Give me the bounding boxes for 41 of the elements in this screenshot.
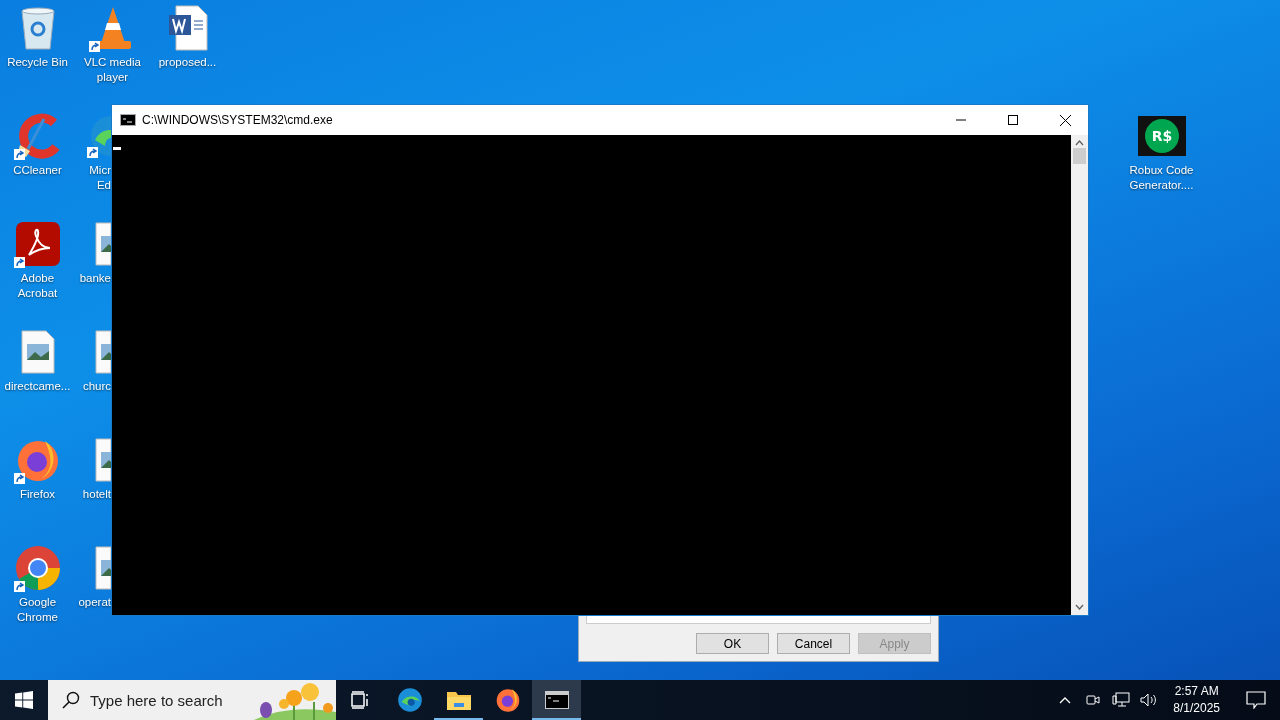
minimize-icon bbox=[956, 119, 966, 121]
desktop-icon-label[interactable]: proposed... bbox=[158, 55, 217, 70]
scrollbar[interactable] bbox=[1071, 135, 1088, 615]
dialog-button[interactable]: OK bbox=[696, 633, 769, 654]
search-icon bbox=[62, 691, 80, 709]
scroll-thumb[interactable] bbox=[1073, 148, 1086, 164]
desktop-icon-label[interactable]: hotelt bbox=[82, 487, 111, 502]
folder-icon bbox=[445, 689, 472, 711]
firefox-icon bbox=[494, 687, 521, 713]
dialog-button[interactable]: Cancel bbox=[777, 633, 850, 654]
window-title: C:\WINDOWS\SYSTEM32\cmd.exe bbox=[142, 113, 334, 127]
chrome-icon bbox=[13, 544, 62, 592]
acrobat-icon bbox=[14, 221, 61, 267]
search-bar[interactable]: Type here to search bbox=[48, 680, 336, 720]
windows-logo-icon bbox=[15, 691, 33, 709]
desktop-icon-label[interactable]: churc bbox=[82, 379, 111, 394]
desktop-icon-label[interactable]: Google Chrome bbox=[17, 595, 58, 625]
desktop-icon-label[interactable]: directcame... bbox=[4, 379, 71, 394]
scroll-down-icon bbox=[1075, 604, 1084, 610]
scroll-up-icon bbox=[1075, 140, 1084, 146]
search-field[interactable]: Type here to search bbox=[90, 691, 250, 709]
desktop-icon-label[interactable]: Robux Code Generator.... bbox=[1129, 163, 1194, 193]
edge-icon bbox=[396, 687, 423, 713]
taskbar-app-button[interactable] bbox=[532, 680, 581, 720]
image-file-icon bbox=[20, 330, 55, 374]
desktop-icon-label[interactable]: Recycle Bin bbox=[7, 55, 68, 70]
task-view-icon bbox=[350, 691, 371, 709]
desktop-icon-label[interactable]: Firefox bbox=[19, 487, 56, 502]
console-icon bbox=[120, 114, 136, 126]
maximize-icon bbox=[1008, 115, 1018, 125]
desktop-icon-label[interactable]: operat bbox=[78, 595, 111, 610]
desktop-icon-label[interactable]: banke bbox=[79, 271, 111, 286]
close-icon bbox=[1059, 114, 1071, 126]
clock[interactable]: 2:57 AM 8/1/2025 bbox=[1165, 683, 1228, 717]
word-document-icon bbox=[167, 5, 208, 51]
desktop-icon-label[interactable]: CCleaner bbox=[13, 163, 62, 178]
robux-logo-icon: R$ bbox=[1137, 116, 1186, 156]
console-icon bbox=[544, 691, 569, 709]
desktop-icon-label[interactable]: VLC media player bbox=[84, 55, 141, 85]
desktop-icon-label[interactable]: Adobe Acrobat bbox=[17, 271, 58, 301]
desktop-icon-label[interactable]: Micr Ed bbox=[89, 163, 111, 193]
